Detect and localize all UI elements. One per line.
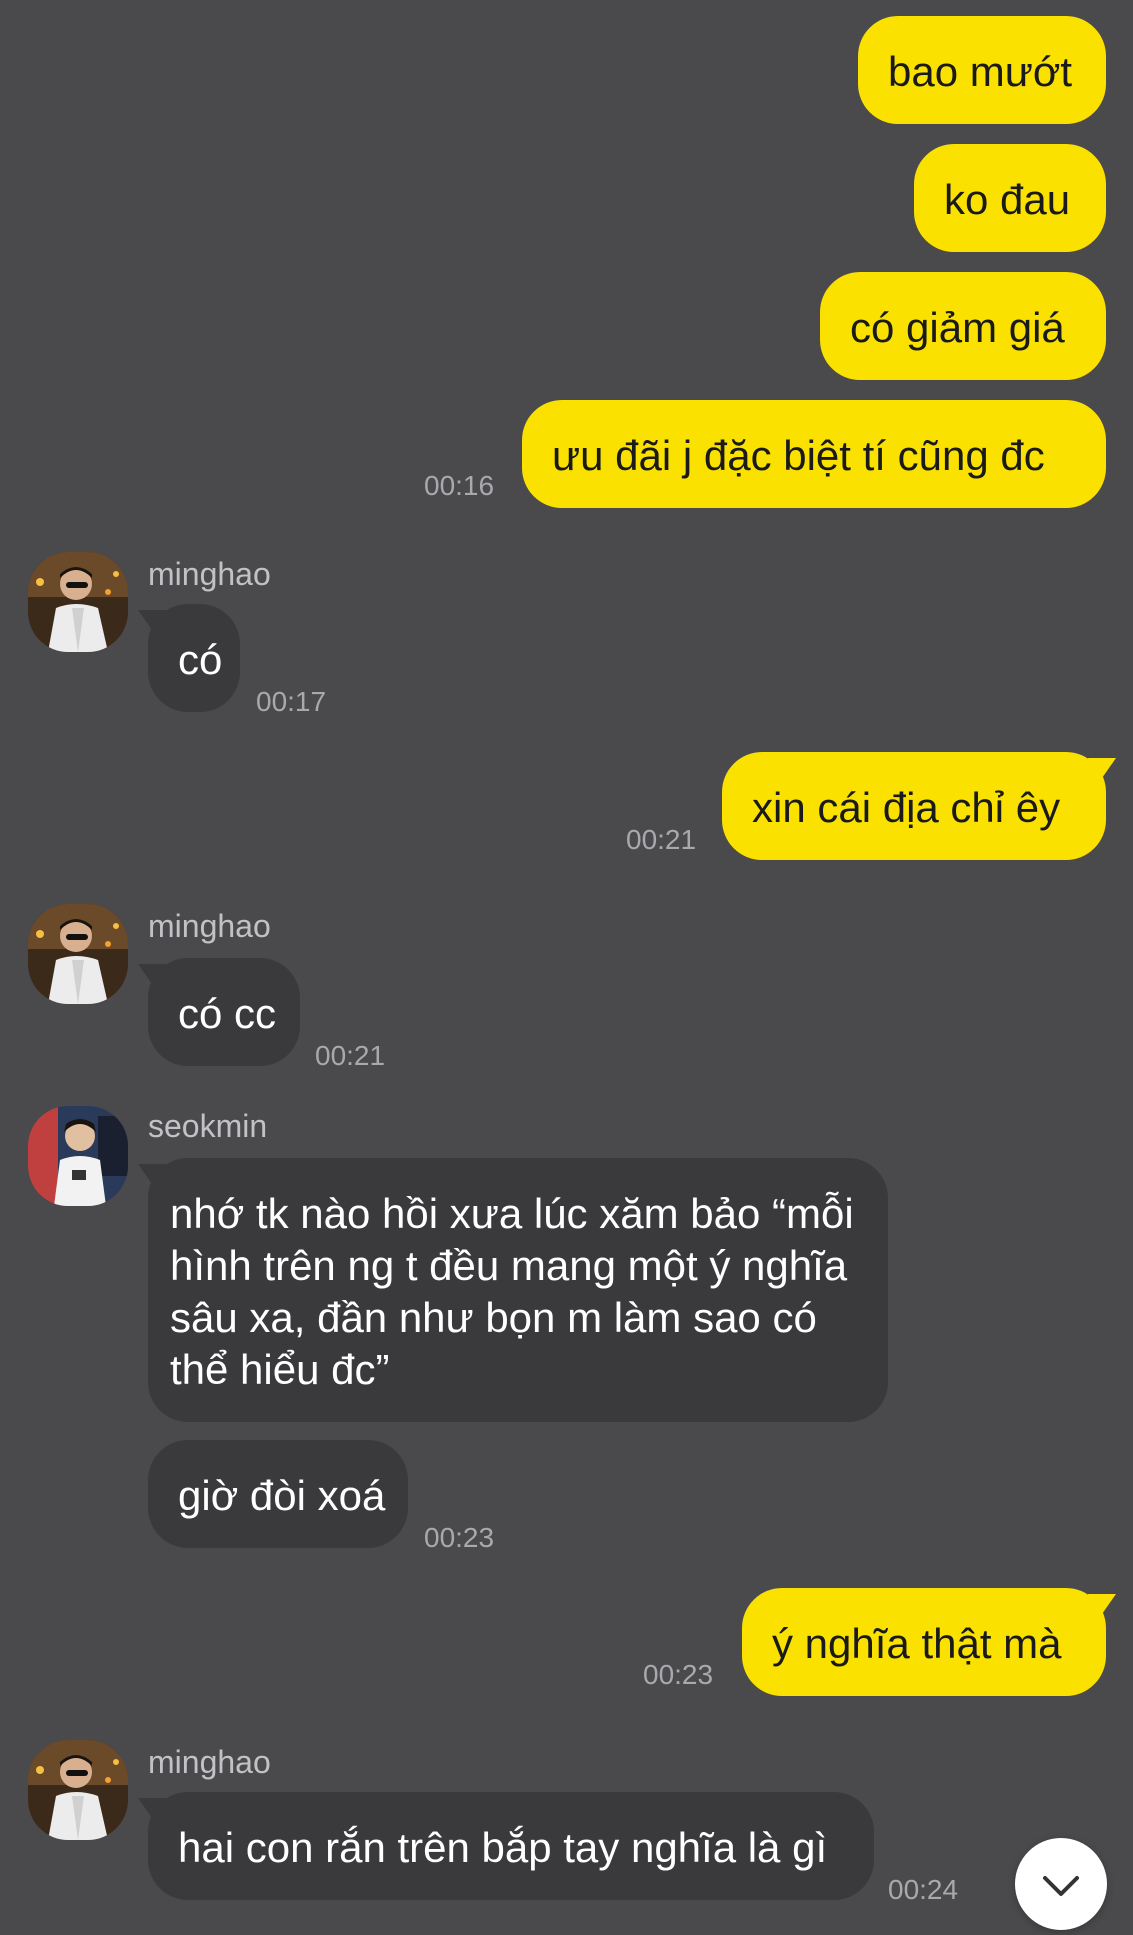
outgoing-message[interactable]: bao mướt [858, 16, 1106, 124]
message-text: xin cái địa chỉ êy [752, 784, 1061, 831]
sender-name: minghao [148, 1744, 271, 1780]
avatar[interactable] [28, 1106, 128, 1206]
avatar[interactable] [28, 904, 128, 1004]
outgoing-message[interactable]: xin cái địa chỉ êy [722, 752, 1106, 860]
message-timestamp: 00:23 [424, 1522, 495, 1553]
message-text: có cc [178, 990, 277, 1037]
avatar-minghao-icon [28, 552, 128, 652]
sender-name: seokmin [148, 1108, 268, 1144]
message-text: có giảm giá [850, 304, 1065, 351]
message-text: hai con rắn trên bắp tay nghĩa là gì [178, 1824, 828, 1871]
message-timestamp: 00:17 [256, 686, 327, 717]
outgoing-message[interactable]: ý nghĩa thật mà [742, 1588, 1106, 1696]
incoming-message[interactable]: hai con rắn trên bắp tay nghĩa là gì [148, 1792, 874, 1900]
avatar-minghao-icon [28, 904, 128, 1004]
message-timestamp: 00:23 [643, 1659, 714, 1690]
message-timestamp: 00:21 [315, 1040, 386, 1071]
incoming-message[interactable]: có [148, 604, 240, 712]
chevron-down-icon [1043, 1876, 1079, 1896]
message-text: ko đau [944, 176, 1071, 223]
avatar[interactable] [28, 1740, 128, 1840]
message-text: ý nghĩa thật mà [772, 1620, 1062, 1667]
message-timestamp: 00:21 [626, 824, 697, 855]
sender-name: minghao [148, 908, 271, 944]
incoming-message[interactable]: có cc [148, 958, 300, 1066]
avatar-minghao-icon [28, 1740, 128, 1840]
scroll-to-bottom-button[interactable] [1015, 1838, 1107, 1930]
avatar[interactable] [28, 552, 128, 652]
message-timestamp: 00:16 [424, 470, 495, 501]
message-text: ưu đãi j đặc biệt tí cũng đc [552, 432, 1045, 479]
message-text: giờ đòi xoá [178, 1472, 386, 1519]
message-text: nhớ tk nào hồi xưa lúc xăm bảo “mỗi hình… [170, 1190, 854, 1393]
outgoing-message[interactable]: ko đau [914, 144, 1106, 252]
avatar-seokmin-icon [28, 1106, 128, 1206]
message-text: có [178, 636, 223, 683]
incoming-message[interactable]: nhớ tk nào hồi xưa lúc xăm bảo “mỗi hình… [148, 1158, 888, 1422]
outgoing-message[interactable]: ưu đãi j đặc biệt tí cũng đc [522, 400, 1106, 508]
message-text: bao mướt [888, 48, 1073, 95]
message-timestamp: 00:24 [888, 1874, 959, 1905]
sender-name: minghao [148, 556, 271, 592]
incoming-message[interactable]: giờ đòi xoá [148, 1440, 408, 1548]
outgoing-message[interactable]: có giảm giá [820, 272, 1106, 380]
